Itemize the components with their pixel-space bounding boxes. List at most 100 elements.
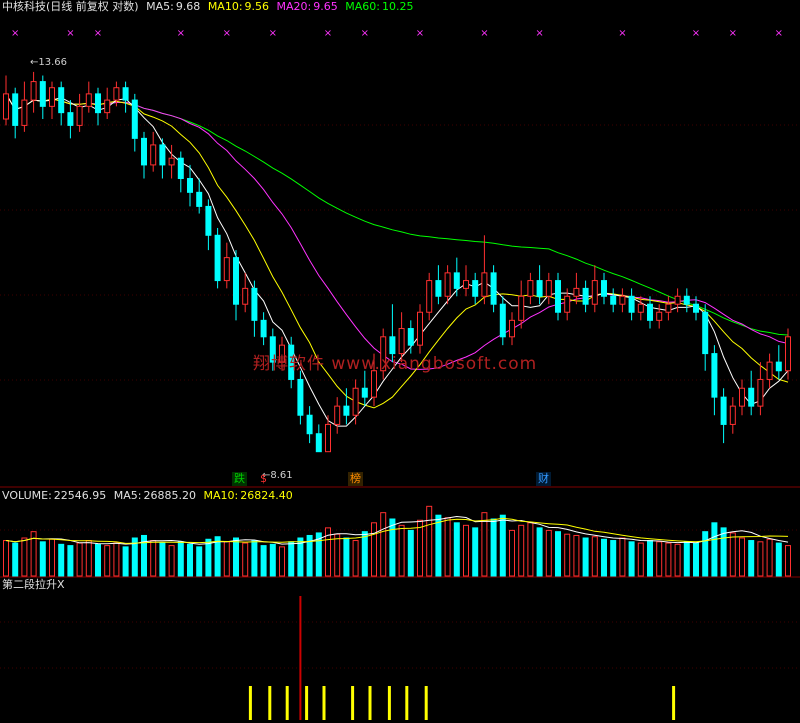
candle-body-48 bbox=[444, 272, 451, 297]
volume-bar-12 bbox=[113, 542, 120, 577]
event-tag-finance[interactable]: 财 bbox=[536, 472, 551, 486]
candle-body-16 bbox=[150, 144, 157, 166]
volume-bar-53 bbox=[490, 518, 497, 577]
candle-body-80 bbox=[739, 387, 745, 407]
volume-bar-41 bbox=[380, 512, 387, 577]
signal-marker-5: × bbox=[269, 28, 277, 39]
candle-body-24 bbox=[223, 257, 230, 282]
candle-body-83 bbox=[766, 361, 773, 380]
signal-marker-2: × bbox=[94, 28, 102, 39]
candle-body-81 bbox=[748, 387, 755, 407]
candle-body-21 bbox=[196, 191, 203, 207]
candle-body-44 bbox=[407, 328, 414, 346]
volume-bar-54 bbox=[499, 514, 506, 577]
candle-body-26 bbox=[242, 287, 249, 305]
signal-marker-6: × bbox=[324, 28, 332, 39]
volume-bar-52 bbox=[481, 512, 488, 577]
volume-bar-1 bbox=[12, 542, 19, 577]
candle-body-85 bbox=[785, 336, 791, 372]
volume-bar-42 bbox=[389, 518, 396, 577]
candle-body-66 bbox=[610, 295, 617, 305]
volume-bar-72 bbox=[665, 542, 672, 577]
volume-bar-11 bbox=[104, 545, 111, 577]
volume-bar-24 bbox=[223, 541, 230, 577]
candle-body-74 bbox=[683, 295, 690, 305]
high-price-value: 13.66 bbox=[38, 57, 68, 68]
candle-body-76 bbox=[702, 311, 709, 355]
candle-body-51 bbox=[472, 280, 479, 297]
volume-bar-10 bbox=[95, 543, 101, 577]
candle-body-59 bbox=[545, 280, 552, 297]
candle-body-7 bbox=[67, 112, 74, 126]
candle-body-33 bbox=[306, 414, 313, 435]
candle-body-58 bbox=[536, 280, 543, 297]
signal-marker-8: × bbox=[416, 28, 424, 39]
volume-bar-22 bbox=[205, 538, 212, 577]
candle-body-70 bbox=[647, 303, 653, 321]
volume-bar-51 bbox=[472, 527, 479, 577]
candle-body-79 bbox=[729, 405, 736, 425]
volume-bar-28 bbox=[260, 545, 267, 577]
volume-bar-62 bbox=[573, 534, 580, 577]
volume-bar-61 bbox=[564, 533, 571, 577]
candle-body-12 bbox=[113, 87, 120, 101]
volume-bar-66 bbox=[610, 540, 617, 577]
volume-bar-70 bbox=[647, 540, 653, 577]
candle-body-10 bbox=[95, 93, 101, 114]
volume-bar-4 bbox=[39, 541, 46, 577]
volume-bar-56 bbox=[518, 524, 525, 577]
candle-body-84 bbox=[775, 361, 782, 372]
signal-marker-7: × bbox=[361, 28, 369, 39]
candle-body-52 bbox=[481, 272, 488, 297]
event-tag-fall[interactable]: 跌 bbox=[232, 472, 247, 486]
candle-body-53 bbox=[490, 272, 497, 305]
volume-bar-85 bbox=[785, 545, 791, 577]
candle-body-71 bbox=[656, 311, 663, 321]
volume-bar-46 bbox=[426, 505, 433, 577]
candle-body-11 bbox=[104, 99, 111, 114]
signal-marker-10: × bbox=[535, 28, 543, 39]
volume-bar-78 bbox=[720, 527, 727, 577]
volume-bar-68 bbox=[628, 541, 635, 577]
candle-body-54 bbox=[499, 303, 506, 338]
volume-bar-74 bbox=[683, 541, 690, 577]
low-price-value: 8.61 bbox=[270, 470, 293, 481]
volume-bar-26 bbox=[242, 542, 249, 577]
candle-body-57 bbox=[527, 280, 534, 297]
event-tag-dollar[interactable]: $ bbox=[258, 472, 269, 486]
volume-bar-55 bbox=[509, 529, 515, 577]
volume-bar-7 bbox=[67, 545, 74, 577]
signal-marker-0: × bbox=[11, 28, 19, 39]
volume-bar-47 bbox=[435, 514, 442, 577]
volume-bar-36 bbox=[334, 533, 341, 577]
candle-body-0 bbox=[3, 93, 9, 120]
candle-body-62 bbox=[573, 287, 580, 297]
candle-body-6 bbox=[58, 87, 65, 114]
volume-ma10-line bbox=[5, 517, 789, 544]
volume-bar-44 bbox=[407, 529, 414, 577]
volume-bar-71 bbox=[656, 541, 663, 577]
candle-body-50 bbox=[463, 280, 469, 289]
candle-body-72 bbox=[665, 303, 672, 313]
candle-body-1 bbox=[12, 93, 19, 126]
event-tag-rank[interactable]: 榜 bbox=[348, 472, 363, 486]
volume-bar-2 bbox=[21, 537, 28, 577]
candle-body-22 bbox=[205, 205, 212, 236]
volume-bar-29 bbox=[269, 543, 276, 577]
candle-body-38 bbox=[352, 387, 359, 416]
candle-body-60 bbox=[555, 280, 561, 313]
volume-bar-50 bbox=[463, 524, 469, 577]
volume-bar-27 bbox=[251, 540, 258, 577]
watermark: 翔博软件 www.xiangbosoft.com bbox=[253, 354, 538, 374]
volume-bar-57 bbox=[527, 522, 534, 577]
candle-body-78 bbox=[720, 396, 727, 425]
signal-marker-4: × bbox=[223, 28, 231, 39]
candle-body-13 bbox=[122, 87, 129, 101]
volume-bar-83 bbox=[766, 538, 773, 577]
volume-bar-37 bbox=[343, 537, 350, 577]
volume-bar-17 bbox=[159, 542, 166, 577]
volume-bar-82 bbox=[757, 541, 764, 577]
candle-body-14 bbox=[131, 99, 138, 139]
candle-body-69 bbox=[637, 303, 644, 313]
candle-body-45 bbox=[417, 311, 423, 346]
